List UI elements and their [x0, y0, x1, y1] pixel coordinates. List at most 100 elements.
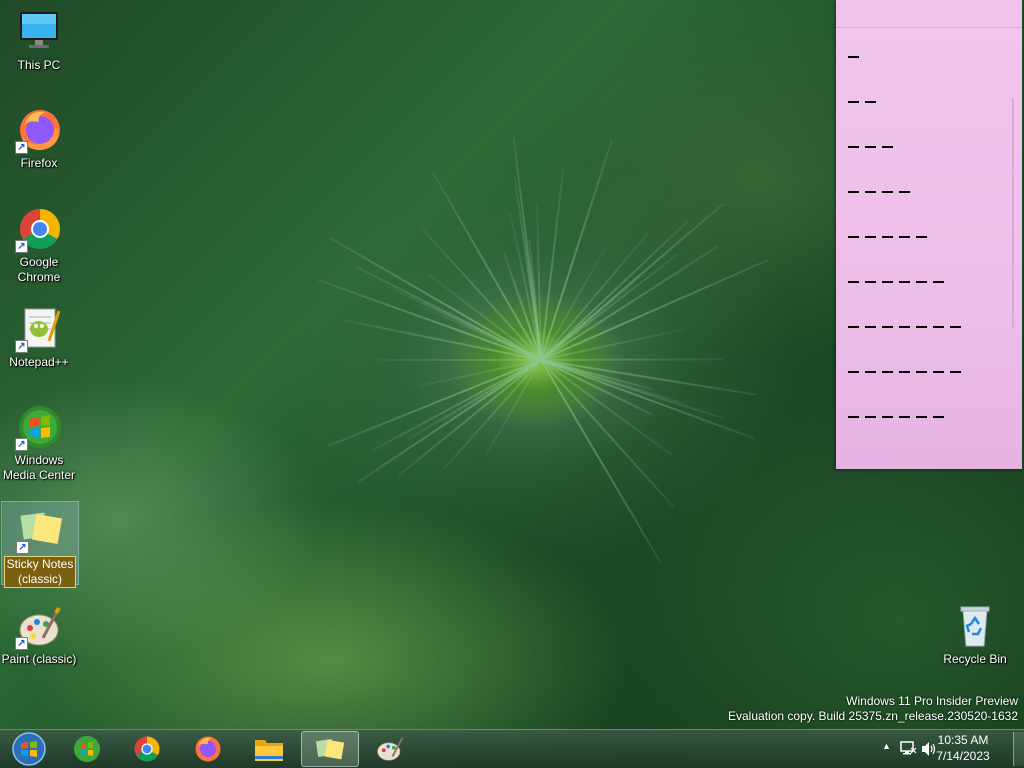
desktop-icon-label-line-2: Chrome [17, 270, 61, 284]
desktop-icon-label-line-1: Windows [14, 453, 64, 467]
sticky-note-dash [916, 371, 927, 373]
clock-time: 10:35 AM [937, 733, 989, 747]
sticky-note-dash [950, 371, 961, 373]
taskbar-firefox[interactable] [179, 731, 237, 767]
sticky-note-dash [899, 416, 910, 418]
desktop-icon-sticky-notes[interactable]: ↗ Sticky Notes (classic) [1, 501, 79, 588]
sticky-note-dash [865, 416, 876, 418]
sticky-note-title-bar[interactable] [836, 0, 1022, 28]
sticky-note-dash [950, 326, 961, 328]
desktop-icon-notepadpp[interactable]: ↗ Notepad++ [0, 305, 78, 370]
sticky-note-dash [848, 56, 859, 58]
desktop-icon-label: Recycle Bin [943, 652, 1007, 666]
firefox-icon: ↗ [15, 106, 63, 154]
sticky-note-dash [899, 191, 910, 193]
sticky-note-dash [899, 236, 910, 238]
paint-palette-icon [377, 737, 404, 761]
sticky-note-dash [882, 326, 893, 328]
desktop-icon-google-chrome[interactable]: ↗ Google Chrome [0, 205, 78, 285]
wallpaper-spike [540, 245, 720, 361]
taskbar-file-explorer[interactable] [240, 731, 298, 767]
windows-media-center-icon [74, 736, 100, 762]
rename-text-line-2: (classic) [18, 572, 62, 586]
sticky-note-dash [882, 191, 893, 193]
watermark-line-2: Evaluation copy. Build 25375.zn_release.… [728, 709, 1018, 723]
desktop-icon-label: Firefox [20, 156, 58, 170]
chrome-icon [134, 736, 160, 762]
sticky-note-dash [848, 146, 859, 148]
sticky-note-dash [882, 416, 893, 418]
wallpaper-spike [540, 166, 565, 361]
sticky-note-dash [848, 326, 859, 328]
taskbar-clock[interactable]: 10:35 AM 7/14/2023 [928, 732, 998, 764]
sticky-note-dash [882, 371, 893, 373]
sticky-note-dash [882, 236, 893, 238]
desktop-icon-label-line-2: Media Center [2, 468, 76, 482]
folder-icon [255, 740, 283, 761]
rename-text-line-1: Sticky Notes [6, 557, 74, 571]
sticky-note-dash [899, 371, 910, 373]
chrome-icon: ↗ [15, 205, 63, 253]
sticky-note-dash [865, 146, 876, 148]
sticky-note-dash [865, 236, 876, 238]
sticky-note-dash [865, 281, 876, 283]
sticky-note-dash [916, 281, 927, 283]
paint-palette-icon: ↗ [15, 602, 63, 650]
sticky-note-dash [899, 326, 910, 328]
shortcut-arrow-icon: ↗ [15, 141, 28, 154]
start-orb-icon [12, 732, 46, 766]
desktop-icon-paint[interactable]: ↗ Paint (classic) [0, 602, 78, 667]
sticky-note-window[interactable] [836, 0, 1022, 469]
sticky-note-dash [848, 236, 859, 238]
wallpaper-spike [328, 236, 542, 361]
start-button[interactable] [0, 731, 58, 767]
sticky-note-scrollbar[interactable] [1012, 98, 1014, 328]
clock-date: 7/14/2023 [936, 749, 990, 763]
sticky-note-dash [899, 281, 910, 283]
desktop-icon-recycle-bin[interactable]: Recycle Bin [936, 602, 1014, 667]
wallpaper-spike [328, 359, 542, 447]
evaluation-watermark: Windows 11 Pro Insider Preview Evaluatio… [728, 694, 1018, 724]
wallpaper-spike [540, 259, 769, 361]
shortcut-arrow-icon: ↗ [15, 637, 28, 650]
wallpaper-spike [540, 359, 672, 456]
shortcut-arrow-icon: ↗ [15, 340, 28, 353]
wallpaper-spike [540, 358, 724, 361]
desktop-icon-firefox[interactable]: ↗ Firefox [0, 106, 78, 171]
show-desktop-button[interactable] [1013, 732, 1024, 766]
desktop-icon-windows-media-center[interactable]: ↗ Windows Media Center [0, 403, 78, 483]
system-tray: ▲ 10:35 AM 7/14/2023 [874, 730, 1024, 768]
sticky-note-dash [882, 281, 893, 283]
shortcut-arrow-icon: ↗ [16, 541, 29, 554]
rename-textbox[interactable]: Sticky Notes (classic) [3, 556, 77, 588]
sticky-note-dash [848, 416, 859, 418]
desktop-icon-this-pc[interactable]: This PC [0, 8, 78, 73]
taskbar-sticky-notes[interactable] [301, 731, 359, 767]
monitor-icon [15, 8, 63, 56]
sticky-note-dash [865, 371, 876, 373]
firefox-icon [195, 736, 221, 762]
sticky-note-dash [882, 146, 893, 148]
notepadpp-icon: ↗ [15, 305, 63, 353]
windows-media-center-icon: ↗ [15, 403, 63, 451]
sticky-note-dash [848, 371, 859, 373]
desktop-icon-label: Paint (classic) [1, 652, 77, 666]
recycle-bin-icon [951, 602, 999, 650]
sticky-note-dash [865, 101, 876, 103]
sticky-note-dash [933, 326, 944, 328]
sticky-notes-icon [315, 738, 345, 760]
taskbar-windows-media-center[interactable] [58, 731, 116, 767]
network-icon[interactable] [899, 739, 917, 760]
sticky-note-dash [865, 191, 876, 193]
desktop[interactable]: This PC ↗ Firefox ↗ Google Chrome ↗ Note… [0, 0, 1024, 768]
sticky-note-dash [916, 416, 927, 418]
tray-overflow-chevron[interactable]: ▲ [882, 741, 891, 751]
taskbar-paint[interactable] [361, 731, 419, 767]
desktop-icon-label: This PC [17, 58, 61, 72]
wallpaper-spike [397, 359, 542, 477]
taskbar-google-chrome[interactable] [118, 731, 176, 767]
sticky-note-dash [916, 326, 927, 328]
sticky-note-dash [865, 326, 876, 328]
wallpaper-spike [377, 358, 542, 361]
sticky-note-dash [933, 371, 944, 373]
